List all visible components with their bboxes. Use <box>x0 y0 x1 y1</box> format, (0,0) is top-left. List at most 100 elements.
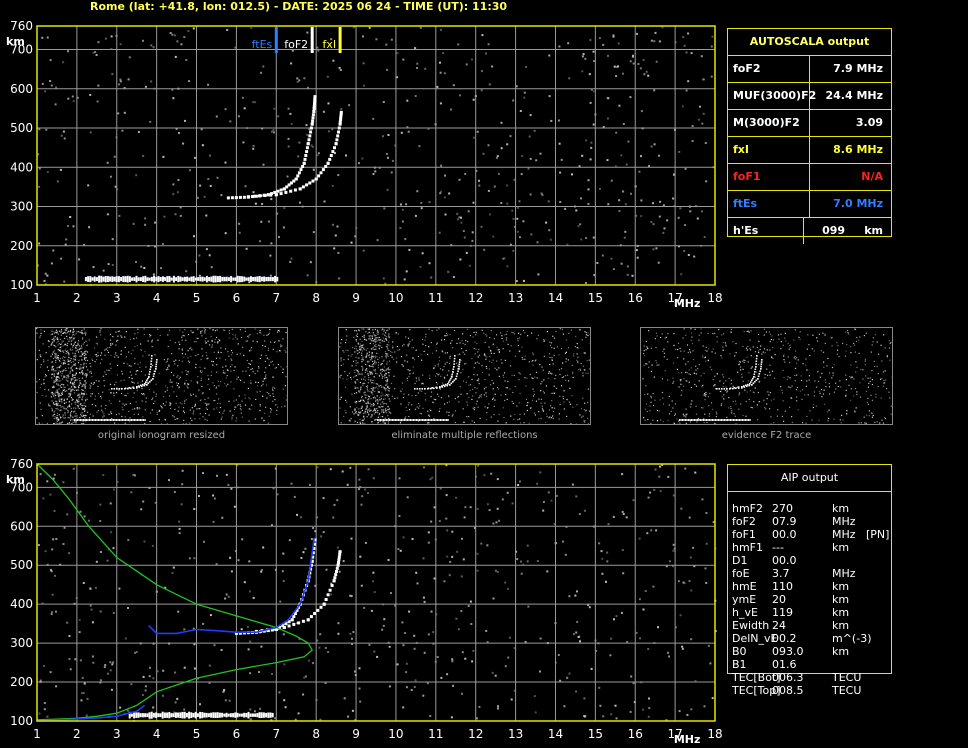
noise-dot <box>638 170 641 173</box>
noise-dot <box>296 77 299 80</box>
noise-dot <box>652 585 655 588</box>
thumb-noise-dot <box>275 367 277 369</box>
noise-dot <box>316 154 319 157</box>
thumb-noise-dot <box>154 400 156 402</box>
thumb-noise-dot <box>143 333 145 336</box>
noise-dot <box>667 651 669 654</box>
thumb-noise-dot <box>649 410 651 412</box>
thumb-noise-dot <box>249 334 251 336</box>
thumb-noise-dot <box>261 385 263 387</box>
thumb-noise-dot <box>70 349 72 351</box>
thumb-noise-dot <box>200 332 202 334</box>
thumb-noise-dot <box>541 366 543 368</box>
thumb-noise-dot <box>572 376 574 379</box>
o-trace-point <box>308 134 312 138</box>
thumb-noise-dot <box>68 360 70 362</box>
noise-dot <box>512 249 515 252</box>
thumb-noise-dot <box>354 375 356 377</box>
thumb-noise-dot <box>584 402 586 404</box>
thumb-noise-dot <box>120 335 122 337</box>
thumb-noise-dot <box>502 348 504 350</box>
o-trace-point <box>307 138 311 142</box>
thumb-noise-dot <box>509 350 511 352</box>
thumb-noise-dot <box>81 392 83 394</box>
thumb-noise-dot <box>58 370 60 372</box>
thumb-f-trace <box>150 360 153 363</box>
thumb-noise-dot <box>45 375 47 377</box>
noise-dot <box>539 152 542 155</box>
noise-dot <box>102 474 105 477</box>
thumb-noise-dot <box>340 342 342 344</box>
thumb-noise-dot <box>201 330 203 332</box>
thumb-noise-dot <box>549 372 552 374</box>
thumb-noise-dot <box>764 377 766 379</box>
thumb-noise-dot <box>384 377 386 379</box>
thumb-noise-dot <box>391 356 393 358</box>
noise-dot <box>433 577 436 580</box>
thumb-noise-dot <box>543 355 545 357</box>
thumb-noise-dot <box>805 422 807 424</box>
thumb-noise-dot <box>206 403 208 405</box>
noise-dot <box>210 266 213 269</box>
x-trace-point <box>301 185 305 189</box>
thumb-noise-dot <box>365 385 367 388</box>
thumb-noise-dot <box>95 405 97 407</box>
thumb-noise-dot <box>762 351 764 353</box>
thumb-noise-dot <box>457 338 460 340</box>
thumb-noise-dot <box>366 354 368 356</box>
noise-dot <box>545 221 548 224</box>
noise-dot <box>293 495 296 498</box>
thumb-noise-dot <box>82 372 84 374</box>
thumb-es-trace <box>392 419 394 421</box>
noise-dot <box>423 466 425 469</box>
thumb-noise-dot <box>833 418 835 420</box>
thumb-noise-dot <box>220 381 222 383</box>
thumb-noise-dot <box>365 407 368 410</box>
thumb-noise-dot <box>207 357 209 359</box>
noise-dot <box>110 531 113 534</box>
thumb-noise-dot <box>414 382 416 385</box>
thumb-noise-dot <box>505 339 508 341</box>
thumb-noise-dot <box>392 345 394 347</box>
thumb-noise-dot <box>59 349 61 351</box>
noise-dot <box>705 512 708 514</box>
noise-dot <box>180 503 183 506</box>
thumb-noise-dot <box>444 363 446 365</box>
noise-dot <box>79 510 82 513</box>
thumb-noise-dot <box>383 340 385 342</box>
thumb-noise-dot <box>374 387 376 389</box>
noise-dot <box>575 631 578 634</box>
thumb-noise-dot <box>82 423 84 424</box>
thumb-noise-dot <box>653 404 655 407</box>
noise-dot <box>446 673 449 676</box>
thumb-noise-dot <box>219 340 221 342</box>
noise-dot <box>576 620 579 623</box>
thumb-noise-dot <box>565 358 567 360</box>
noise-dot <box>653 89 656 92</box>
thumb-noise-dot <box>407 337 410 339</box>
noise-dot <box>54 103 57 106</box>
noise-dot <box>81 676 84 679</box>
thumb-noise-dot <box>79 331 81 333</box>
thumb-noise-dot <box>479 417 481 419</box>
noise-dot <box>349 632 352 635</box>
thumb-noise-dot <box>874 365 876 367</box>
noise-dot <box>637 63 640 65</box>
noise-dot <box>51 548 54 551</box>
noise-dot <box>278 236 280 238</box>
thumb-noise-dot <box>237 376 239 378</box>
thumb-noise-dot <box>380 398 382 400</box>
thumb-noise-dot <box>343 359 345 361</box>
thumb-es-trace <box>426 419 428 421</box>
thumb-noise-dot <box>56 415 58 417</box>
thumb-noise-dot <box>58 377 60 379</box>
x-tick-label: 13 <box>508 291 523 305</box>
thumb-noise-dot <box>384 422 386 424</box>
thumb-noise-dot <box>703 393 706 395</box>
noise-dot <box>621 510 624 513</box>
thumb-noise-dot <box>689 349 691 351</box>
noise-dot <box>312 168 315 171</box>
thumb-noise-dot <box>791 385 793 387</box>
thumb-noise-dot <box>144 374 146 376</box>
thumb-noise-dot <box>156 413 158 415</box>
